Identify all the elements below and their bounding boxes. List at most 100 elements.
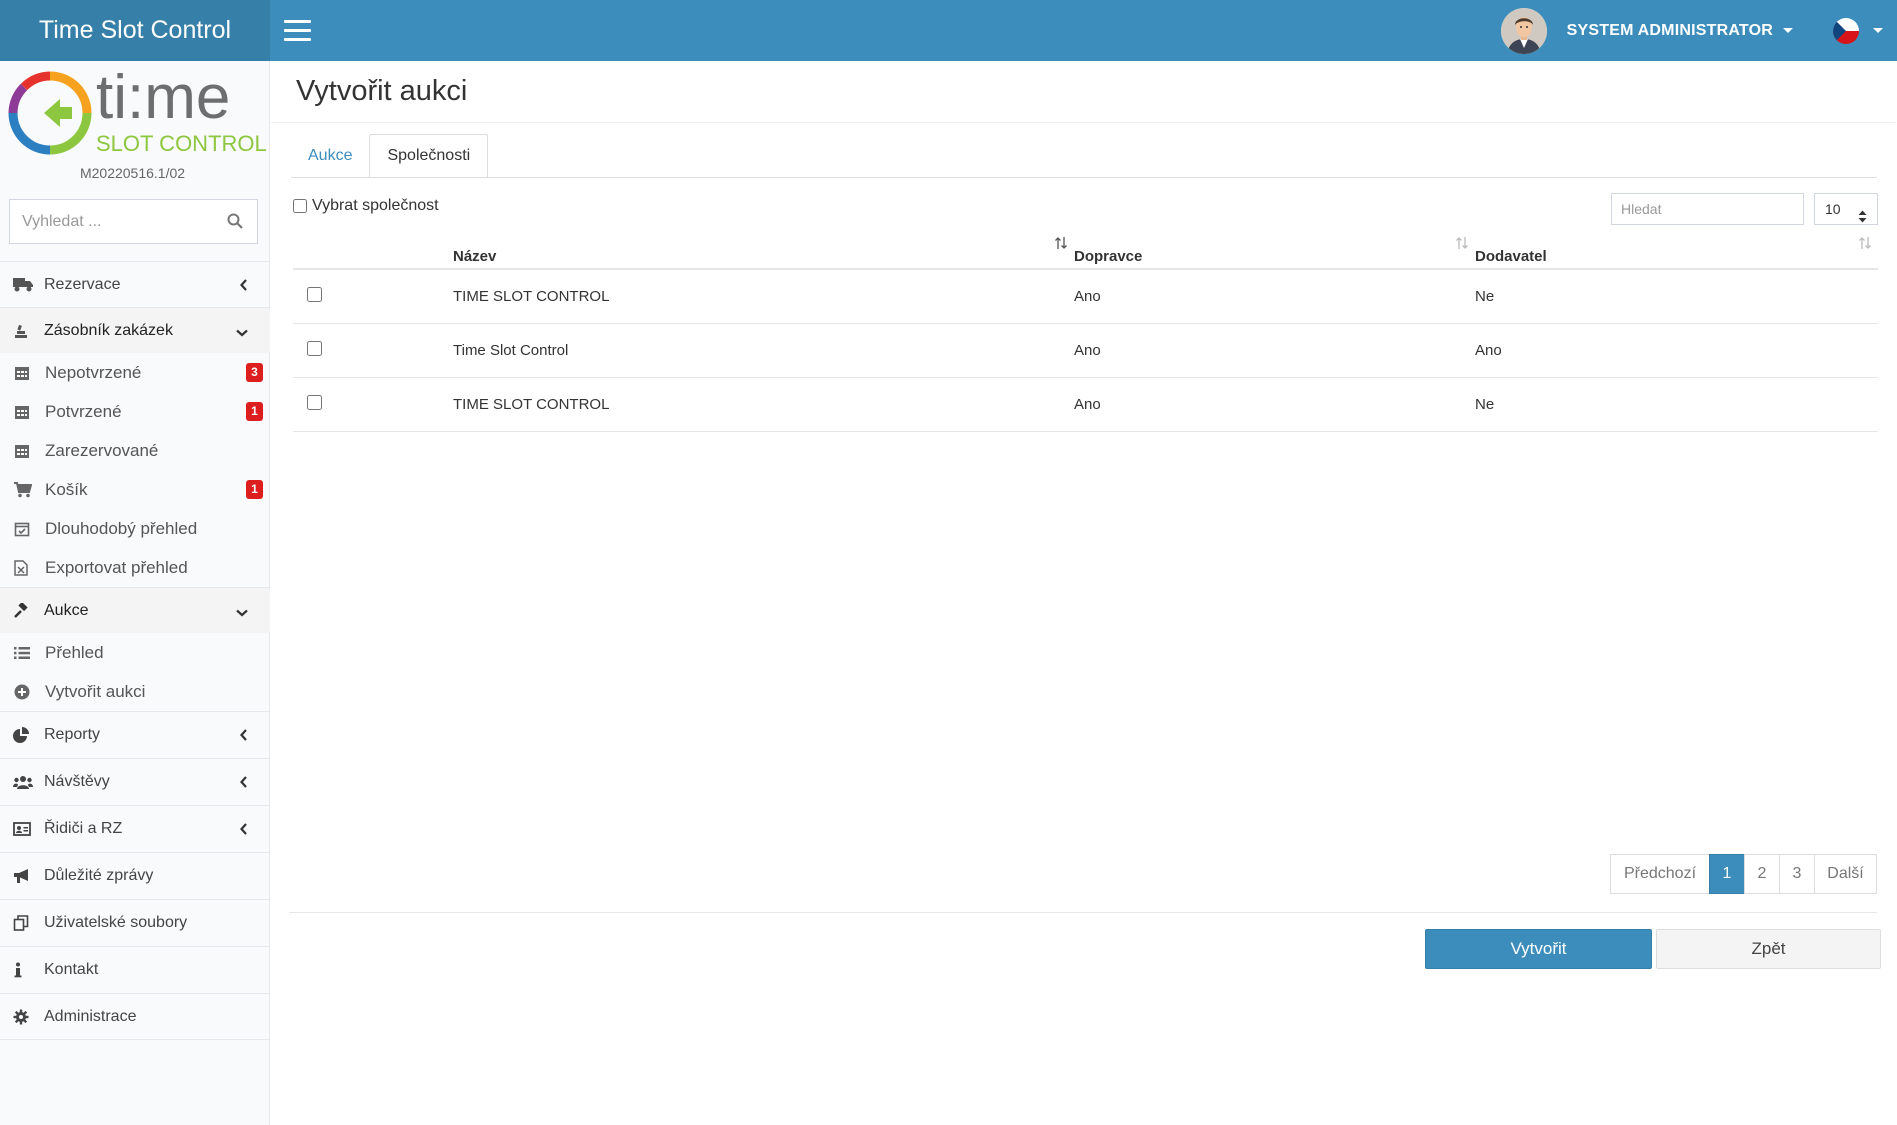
sidebar-item-kosik[interactable]: Košík 1 — [0, 470, 270, 509]
main-content: Vytvořit aukci Aukce Společnosti Vybrat … — [271, 61, 1895, 1125]
sidebar-item-label: Přehled — [45, 642, 104, 662]
divider — [271, 122, 1895, 123]
count-badge: 3 — [246, 363, 263, 382]
page-size-select[interactable]: 10 — [1814, 193, 1878, 225]
top-navbar: Time Slot Control SYSTEM ADMINISTRATOR — [0, 0, 1897, 61]
sidebar-item-label: Nepotvrzené — [45, 362, 142, 382]
language-caret-icon[interactable] — [1873, 28, 1883, 33]
sidebar-item-rezervace[interactable]: Rezervace — [0, 261, 270, 307]
chevron-down-icon — [236, 604, 248, 622]
chevron-left-icon — [240, 278, 248, 296]
sidebar-item-label: Košík — [45, 479, 88, 499]
chevron-left-icon — [240, 775, 248, 793]
cell-dodavatel: Ne — [1475, 377, 1878, 432]
count-badge: 1 — [246, 480, 263, 499]
table-header-row: Název Dopravce Dodavatel — [293, 229, 1878, 270]
row-checkbox[interactable] — [307, 286, 322, 302]
user-menu-caret-icon[interactable] — [1783, 28, 1793, 33]
select-company-toggle[interactable]: Vybrat společnost — [293, 197, 439, 215]
cart-icon — [14, 481, 38, 499]
sidebar-item-exportovat-prehled[interactable]: Exportovat přehled — [0, 548, 270, 587]
sidebar-item-reporty[interactable]: Reporty — [0, 711, 270, 758]
sidebar-item-label: Rezervace — [44, 275, 121, 293]
calendar-icon — [14, 442, 38, 460]
tab-spolecnosti[interactable]: Společnosti — [369, 134, 489, 178]
sidebar-item-nepotvrzene[interactable]: Nepotvrzené 3 — [0, 353, 270, 392]
calendar-icon — [14, 364, 38, 382]
brand-title[interactable]: Time Slot Control — [0, 0, 270, 61]
gavel-icon — [13, 602, 37, 620]
sidebar-item-dlouhodoby-prehled[interactable]: Dlouhodobý přehled — [0, 509, 270, 548]
sidebar-item-label: Exportovat přehled — [45, 557, 188, 577]
back-button[interactable]: Zpět — [1656, 929, 1881, 969]
chevron-left-icon — [240, 728, 248, 746]
user-menu-label[interactable]: SYSTEM ADMINISTRATOR — [1567, 22, 1773, 40]
svg-text:SLOT CONTROL: SLOT CONTROL — [96, 131, 267, 156]
sidebar-item-label: Důležité zprávy — [44, 867, 154, 884]
sort-icon[interactable] — [1455, 236, 1469, 254]
divider — [291, 177, 1877, 178]
column-header-dopravce[interactable]: Dopravce — [1074, 229, 1475, 270]
sidebar-item-vytvorit-aukci[interactable]: Vytvořit aukci — [0, 672, 270, 711]
column-header-label: Dopravce — [1074, 248, 1143, 265]
sidebar-item-ridici[interactable]: Řidiči a RZ — [0, 805, 270, 852]
sidebar-item-zasobnik[interactable]: Zásobník zakázek — [0, 307, 270, 353]
column-header-nazev[interactable]: Název — [453, 229, 1074, 270]
list-icon — [14, 644, 38, 662]
logo: ti:me SLOT CONTROL M20220516.1/02 — [0, 61, 269, 181]
cell-nazev: Time Slot Control — [453, 323, 1074, 378]
table-row: Time Slot Control Ano Ano — [293, 323, 1878, 378]
sidebar-search-input[interactable] — [22, 212, 222, 231]
sidebar-item-label: Řidiči a RZ — [44, 820, 123, 837]
sidebar-item-uzivatelske-soubory[interactable]: Uživatelské soubory — [0, 899, 270, 946]
app-version: M20220516.1/02 — [79, 165, 186, 181]
create-button[interactable]: Vytvořit — [1425, 929, 1652, 969]
sidebar-item-kontakt[interactable]: Kontakt — [0, 946, 270, 993]
sidebar-item-prehled[interactable]: Přehled — [0, 633, 270, 672]
sidebar: ti:me SLOT CONTROL M20220516.1/02 Rezerv… — [0, 61, 270, 1125]
sidebar-item-navstevy[interactable]: Návštěvy — [0, 758, 270, 805]
pagination-page-2[interactable]: 2 — [1744, 854, 1780, 894]
calendar-icon — [14, 403, 38, 421]
info-icon — [13, 961, 37, 979]
cell-nazev: TIME SLOT CONTROL — [453, 269, 1074, 324]
table-row: TIME SLOT CONTROL Ano Ne — [293, 269, 1878, 324]
column-header-dodavatel[interactable]: Dodavatel — [1475, 229, 1878, 270]
sort-icon[interactable] — [1054, 236, 1068, 254]
excel-file-icon — [14, 559, 38, 577]
navbar-right: SYSTEM ADMINISTRATOR — [1500, 0, 1897, 61]
sidebar-item-dulezite-zpravy[interactable]: Důležité zprávy — [0, 852, 270, 899]
avatar-icon — [1500, 7, 1547, 54]
svg-text:ti:me: ti:me — [96, 63, 230, 132]
czech-flag-icon[interactable] — [1833, 17, 1859, 44]
sidebar-item-label: Dlouhodobý přehled — [45, 518, 198, 538]
select-company-checkbox[interactable] — [293, 199, 307, 213]
row-checkbox[interactable] — [307, 340, 322, 356]
files-icon — [13, 914, 37, 932]
row-checkbox[interactable] — [307, 394, 322, 410]
pagination-prev-button[interactable]: Předchozí — [1610, 854, 1710, 894]
sidebar-item-label: Potvrzené — [45, 401, 122, 421]
cell-dopravce: Ano — [1074, 377, 1475, 432]
id-card-icon — [13, 820, 37, 838]
sidebar-toggle-button[interactable] — [270, 0, 324, 61]
table-search-input[interactable] — [1611, 193, 1804, 225]
sidebar-menu: Rezervace Zásobník zakázek Nepotvrzené 3… — [0, 261, 270, 1040]
sidebar-item-label: Zarezervované — [45, 440, 159, 460]
sidebar-item-label: Uživatelské soubory — [44, 914, 188, 931]
sort-icon[interactable] — [1858, 236, 1872, 254]
pagination-page-3[interactable]: 3 — [1779, 854, 1815, 894]
user-avatar[interactable] — [1500, 7, 1547, 54]
checkbox-column-header — [293, 229, 453, 270]
pagination-next-button[interactable]: Další — [1814, 854, 1877, 894]
tab-aukce[interactable]: Aukce — [291, 134, 369, 178]
sidebar-item-administrace[interactable]: Administrace — [0, 993, 270, 1040]
calendar-check-icon — [14, 520, 38, 538]
sidebar-item-aukce[interactable]: Aukce — [0, 587, 270, 633]
companies-table: Název Dopravce Dodavatel TIME SLOT CONTR… — [293, 229, 1878, 432]
sidebar-item-potvrzene[interactable]: Potvrzené 1 — [0, 392, 270, 431]
pagination-page-1[interactable]: 1 — [1709, 854, 1745, 894]
sidebar-item-label: Vytvořit aukci — [45, 681, 146, 701]
sidebar-item-zarezervovane[interactable]: Zarezervované — [0, 431, 270, 470]
search-icon[interactable] — [227, 213, 243, 234]
